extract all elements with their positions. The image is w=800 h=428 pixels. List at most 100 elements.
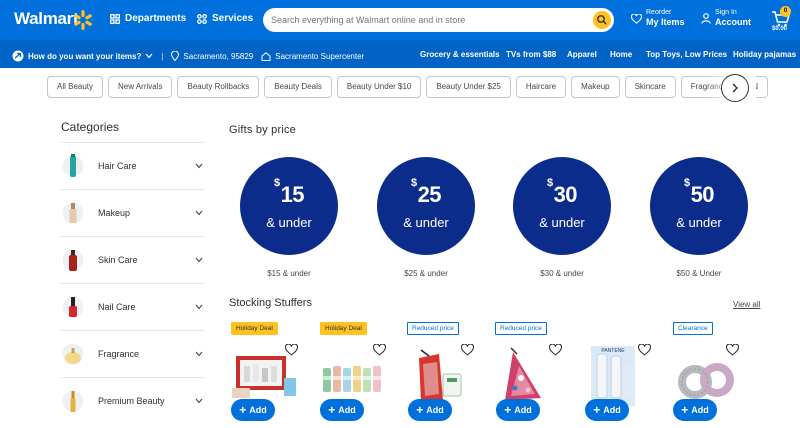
search-input[interactable] (271, 11, 581, 29)
chevron-down-icon (195, 210, 203, 216)
favorite-heart-icon[interactable] (549, 344, 562, 356)
departments-button[interactable]: Departments (110, 13, 186, 24)
gift-amount: $50 (683, 176, 715, 207)
delivery-question: How do you want your items? (28, 51, 142, 61)
plus-icon: + (504, 403, 512, 417)
category-label: Premium Beauty (98, 396, 165, 406)
chevron-down-icon (195, 351, 203, 357)
gift-tile-50[interactable]: $50 & under (650, 157, 748, 255)
pill-all-beauty[interactable]: All Beauty (47, 76, 104, 98)
holiday-deal-badge: Holiday Deal (231, 322, 278, 335)
gift-tile-25[interactable]: $25 & under (377, 157, 475, 255)
walmart-logo[interactable]: Walmart (14, 9, 79, 29)
add-to-cart-button[interactable]: + Add (585, 399, 629, 421)
search-bar[interactable] (263, 8, 614, 32)
subnav-link-grocery[interactable]: Grocery & essentials (420, 50, 500, 59)
pill-beauty-under-25[interactable]: Beauty Under $25 (426, 76, 511, 98)
filter-pills: All Beauty New Arrivals Beauty Rollbacks… (47, 76, 768, 98)
subnav-link-home[interactable]: Home (610, 50, 632, 59)
subnav-link-toys[interactable]: Top Toys, Low Prices (646, 50, 727, 59)
chevron-down-icon (145, 53, 153, 59)
delivery-selector[interactable]: How do you want your items? | Sacramento… (12, 50, 364, 62)
category-fragrance[interactable]: Fragrance (61, 330, 205, 377)
subnav-link-tvs[interactable]: TVs from $88 (506, 50, 556, 59)
favorite-heart-icon[interactable] (638, 344, 651, 356)
pill-makeup[interactable]: Makeup (571, 76, 620, 98)
signin-top: Sign In (715, 9, 737, 16)
reorder-main: My Items (646, 17, 685, 27)
holiday-deal-badge: Holiday Deal (320, 322, 367, 335)
pills-next-button[interactable] (721, 74, 749, 102)
view-all-link[interactable]: View all (733, 300, 760, 309)
makeup-image (62, 198, 84, 228)
gift-caption[interactable]: $15 & under (240, 269, 338, 278)
gift-tile-30[interactable]: $30 & under (513, 157, 611, 255)
gift-amount: $15 (273, 176, 305, 207)
favorite-heart-icon[interactable] (461, 344, 474, 356)
user-icon[interactable] (701, 13, 711, 24)
pill-beauty-under-10[interactable]: Beauty Under $10 (336, 76, 422, 98)
location-text: Sacramento, 95829 (183, 51, 254, 61)
top-header: Walmart Departments Services Reorder My … (0, 0, 800, 40)
plus-icon: + (416, 403, 424, 417)
gift-under: & under (676, 215, 722, 230)
grid-icon (110, 13, 120, 24)
store-text: Sacramento Supercenter (275, 51, 365, 61)
cart-total: $0.00 (772, 26, 788, 32)
services-grid-icon (197, 13, 207, 24)
pill-beauty-rollbacks[interactable]: Beauty Rollbacks (177, 76, 260, 98)
gift-caption[interactable]: $30 & under (513, 269, 611, 278)
category-makeup[interactable]: Makeup (61, 189, 205, 236)
plus-icon: + (593, 403, 601, 417)
reorder-top: Reorder (646, 9, 672, 16)
reorder-link[interactable]: Reorder My Items (646, 9, 685, 27)
location-pin-icon (171, 51, 180, 61)
category-label: Nail Care (98, 302, 136, 312)
plus-icon: + (328, 403, 336, 417)
add-label: Add (691, 405, 709, 415)
category-skin-care[interactable]: Skin Care (61, 236, 205, 283)
subnav-link-apparel[interactable]: Apparel (567, 50, 597, 59)
spark-icon[interactable] (72, 9, 94, 31)
gift-under: & under (403, 215, 449, 230)
store-icon (261, 51, 271, 61)
favorite-heart-icon[interactable] (285, 344, 298, 356)
nail-care-image (62, 292, 84, 322)
premium-beauty-image (62, 386, 84, 416)
favorite-heart-icon[interactable] (373, 344, 386, 356)
svg-text:PANTENE: PANTENE (601, 348, 625, 354)
pill-beauty-deals[interactable]: Beauty Deals (264, 76, 332, 98)
add-to-cart-button[interactable]: + Add (408, 399, 452, 421)
gift-under: & under (266, 215, 312, 230)
add-to-cart-button[interactable]: + Add (231, 399, 275, 421)
favorite-heart-icon[interactable] (726, 344, 739, 356)
plus-icon: + (681, 403, 689, 417)
gift-tile-15[interactable]: $15 & under (240, 157, 338, 255)
reduced-price-badge: Reduced price (407, 322, 459, 335)
search-button[interactable] (593, 11, 611, 29)
categories-title: Categories (61, 120, 120, 134)
services-label: Services (212, 13, 254, 24)
gift-amount: $30 (546, 176, 578, 207)
gifts-by-price-title: Gifts by price (229, 124, 296, 136)
departments-label: Departments (125, 13, 187, 24)
gift-under: & under (539, 215, 585, 230)
account-link[interactable]: Sign In Account (715, 9, 751, 27)
add-to-cart-button[interactable]: + Add (673, 399, 717, 421)
category-premium-beauty[interactable]: Premium Beauty (61, 377, 205, 424)
gift-caption[interactable]: $25 & under (377, 269, 475, 278)
category-nail-care[interactable]: Nail Care (61, 283, 205, 330)
pill-haircare[interactable]: Haircare (515, 76, 567, 98)
chevron-down-icon (195, 398, 203, 404)
pill-new-arrivals[interactable]: New Arrivals (108, 76, 173, 98)
add-to-cart-button[interactable]: + Add (320, 399, 364, 421)
services-button[interactable]: Services (197, 13, 253, 24)
subnav-link-pajamas[interactable]: Holiday pajamas (733, 50, 796, 59)
add-to-cart-button[interactable]: + Add (496, 399, 540, 421)
category-hair-care[interactable]: Hair Care (61, 142, 205, 189)
gift-caption[interactable]: $50 & Under (650, 269, 748, 278)
category-label: Skin Care (98, 255, 138, 265)
category-label: Makeup (98, 208, 131, 218)
pill-skincare[interactable]: Skincare (624, 76, 676, 98)
heart-outline-icon[interactable] (631, 14, 642, 24)
